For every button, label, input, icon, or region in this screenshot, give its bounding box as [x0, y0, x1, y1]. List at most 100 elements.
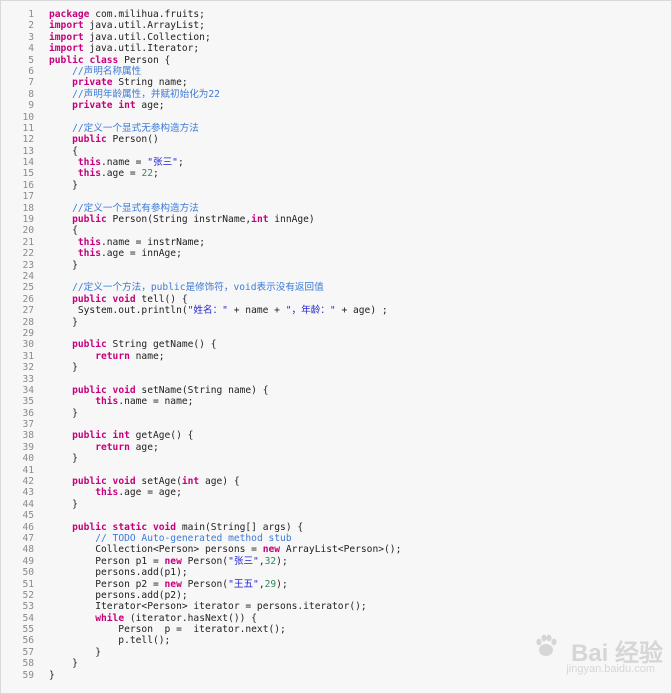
code-line: 58 } [1, 658, 671, 669]
line-number: 17 [22, 191, 34, 203]
code-line: 4 import java.util.Iterator; [1, 43, 671, 54]
code-text: persons.add(p2); [49, 589, 188, 601]
line-number: 41 [22, 464, 34, 476]
code-line: 45 [1, 510, 671, 521]
code-text: public Person(String instrName,int innAg… [72, 214, 315, 226]
code-text: Person p2 = new Person("王五",29); [49, 578, 288, 590]
code-line: 50 persons.add(p1); [1, 567, 671, 578]
line-number: 12 [22, 134, 34, 146]
code-text: Collection<Person> persons = new ArrayLi… [49, 544, 402, 556]
code-text: } [49, 498, 78, 510]
line-number: 49 [22, 555, 34, 567]
code-text: this.name = "张三"; [77, 157, 184, 169]
line-number: 13 [22, 145, 34, 157]
line-number: 14 [22, 157, 34, 169]
code-line: 41 [1, 465, 671, 476]
code-text: Person p1 = new Person("张三",32); [49, 555, 288, 567]
line-number: 27 [22, 305, 34, 317]
code-line: 14 this.name = "张三"; [1, 157, 671, 168]
code-text: public String getName() { [72, 339, 217, 351]
line-number: 10 [22, 111, 34, 123]
line-number: 26 [22, 293, 34, 305]
code-text: //定义一个显式无参构造方法 [72, 122, 199, 134]
line-number: 33 [22, 373, 34, 385]
line-number: 57 [22, 646, 34, 658]
line-number: 48 [22, 544, 34, 556]
code-text: persons.add(p1); [49, 567, 188, 579]
code-line: 36 } [1, 408, 671, 419]
code-line: 56 p.tell(); [1, 635, 671, 646]
code-line: 47 // TODO Auto-generated method stub [1, 533, 671, 544]
line-number: 36 [22, 407, 34, 419]
code-line: 57 } [1, 647, 671, 658]
code-line: 19 public Person(String instrName,int in… [1, 214, 671, 225]
code-text: Iterator<Person> iterator = persons.iter… [49, 601, 367, 613]
line-number: 44 [22, 498, 34, 510]
code-line: 7 private String name; [1, 77, 671, 88]
line-number: 24 [22, 270, 34, 282]
code-text: package com.milihua.fruits; [49, 9, 205, 20]
line-number: 4 [28, 43, 34, 55]
line-number: 2 [28, 20, 34, 32]
line-number: 38 [22, 430, 34, 442]
code-line: 16 } [1, 180, 671, 191]
code-text: public int getAge() { [72, 430, 194, 442]
line-number: 18 [22, 202, 34, 214]
code-line: 13 { [1, 146, 671, 157]
code-text: //定义一个方法，public是修饰符，void表示没有返回值 [72, 282, 324, 294]
line-number: 39 [22, 441, 34, 453]
line-number: 29 [22, 327, 34, 339]
line-number: 19 [22, 214, 34, 226]
code-text: this.age = innAge; [77, 248, 182, 260]
code-line: 34 public void setName(String name) { [1, 385, 671, 396]
line-number: 32 [22, 362, 34, 374]
code-line: 55 Person p = iterator.next(); [1, 624, 671, 635]
code-line: 51 Person p2 = new Person("王五",29); [1, 579, 671, 590]
code-line: 33 [1, 374, 671, 385]
line-number: 58 [22, 658, 34, 670]
code-text: return name; [95, 350, 165, 362]
code-text: public void tell() { [72, 293, 188, 305]
code-line: 26 public void tell() { [1, 294, 671, 305]
code-line: 39 return age; [1, 442, 671, 453]
code-line: 43 this.age = age; [1, 487, 671, 498]
line-number: 46 [22, 521, 34, 533]
line-number: 1 [28, 9, 34, 20]
code-line: 9 private int age; [1, 100, 671, 111]
code-text: this.age = age; [95, 487, 182, 499]
code-text: } [49, 316, 78, 328]
code-line: 54 while (iterator.hasNext()) { [1, 613, 671, 624]
code-text: //声明名称属性 [72, 65, 142, 77]
code-line: 1 package com.milihua.fruits; [1, 9, 671, 20]
code-line: 52 persons.add(p2); [1, 590, 671, 601]
line-number: 11 [22, 122, 34, 134]
line-number: 54 [22, 612, 34, 624]
line-number: 42 [22, 476, 34, 488]
line-number: 34 [22, 384, 34, 396]
code-text: import java.util.ArrayList; [49, 20, 205, 32]
code-line: 28 } [1, 317, 671, 328]
code-text: } [49, 669, 55, 681]
code-line: 21 this.name = instrName; [1, 237, 671, 248]
code-line: 35 this.name = name; [1, 396, 671, 407]
code-line: 12 public Person() [1, 134, 671, 145]
code-line: 44 } [1, 499, 671, 510]
code-text: public void setName(String name) { [72, 384, 269, 396]
code-line: 10 [1, 112, 671, 123]
code-line: 5 public class Person { [1, 55, 671, 66]
line-number: 23 [22, 259, 34, 271]
code-line: 40 } [1, 453, 671, 464]
code-text: } [49, 179, 78, 191]
code-line: 38 public int getAge() { [1, 430, 671, 441]
code-text: import java.util.Collection; [49, 31, 211, 43]
code-line: 32 } [1, 362, 671, 373]
code-text: this.age = 22; [77, 168, 159, 180]
code-text: Person p = iterator.next(); [49, 624, 286, 636]
code-line: 11 //定义一个显式无参构造方法 [1, 123, 671, 134]
code-text: public class Person { [49, 54, 171, 66]
code-line: 8 //声明年龄属性，并赋初始化为22 [1, 89, 671, 100]
code-text: } [49, 453, 78, 465]
code-line: 42 public void setAge(int age) { [1, 476, 671, 487]
code-text: System.out.println("姓名：" + name + "，年龄："… [49, 305, 388, 317]
code-block: 1 package com.milihua.fruits; 2 import java… [0, 0, 672, 694]
